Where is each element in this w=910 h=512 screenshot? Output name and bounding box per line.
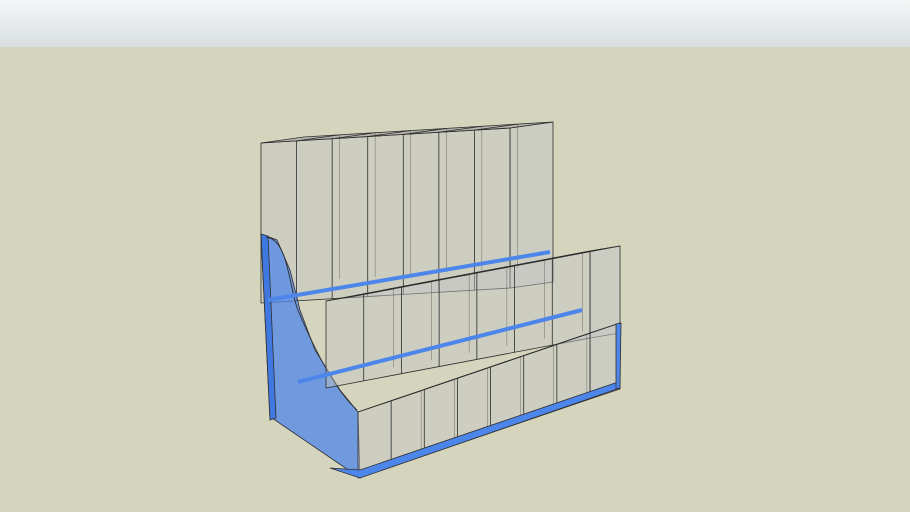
right-front-edge — [615, 322, 622, 390]
3d-model-viewport[interactable] — [0, 0, 910, 512]
